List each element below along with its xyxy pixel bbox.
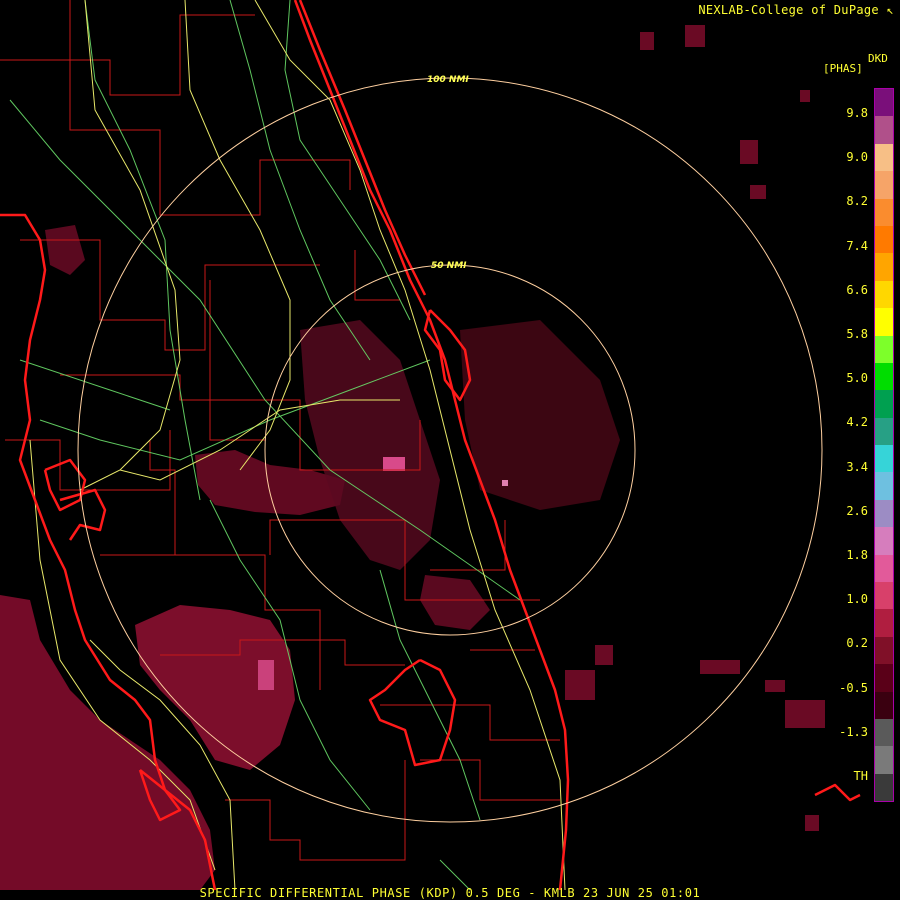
- echo-offshore-scatter: [460, 320, 620, 510]
- legend-label: 8.2: [846, 194, 868, 209]
- echo-core-north: [383, 457, 405, 471]
- legend-band: [875, 499, 893, 528]
- credit-text: NEXLAB-College of DuPage: [698, 3, 879, 17]
- legend-band: [875, 527, 893, 555]
- legend-label: 5.8: [846, 327, 868, 341]
- legend-band: [875, 308, 893, 336]
- echo-tampa-area: [45, 225, 85, 275]
- legend-label: 1.0: [846, 592, 868, 607]
- legend-band: [875, 609, 893, 637]
- legend-label: 0.2: [846, 636, 868, 651]
- legend-band: [875, 417, 893, 446]
- legend-band: [875, 198, 893, 226]
- legend-band: [875, 746, 893, 774]
- ring-label-100: 100 NMI: [427, 75, 469, 85]
- legend-label: 4.2: [846, 415, 868, 430]
- legend-label: 1.8: [846, 548, 868, 562]
- radar-display: 50 NMI 100 NMI NEXLAB-College of DuPage …: [0, 0, 900, 900]
- echo-inland-scatter: [300, 320, 440, 570]
- legend-band: [875, 554, 893, 583]
- legend-band: [875, 280, 893, 309]
- echo-east-lake: [420, 575, 490, 630]
- legend-band: [875, 116, 893, 144]
- legend-label: TH: [853, 769, 868, 783]
- legend-band: [875, 664, 893, 692]
- legend-band: [875, 718, 893, 747]
- ring-label-50: 50 NMI: [431, 261, 467, 271]
- legend-band: [875, 362, 893, 391]
- legend-band: [875, 691, 893, 719]
- legend-label: 3.4: [846, 459, 868, 474]
- credit-header: NEXLAB-College of DuPage ↖: [698, 3, 894, 17]
- legend-band: [875, 390, 893, 418]
- color-legend: [874, 88, 894, 802]
- product-caption: SPECIFIC DIFFERENTIAL PHASE (KDP) 0.5 DE…: [199, 886, 701, 900]
- legend-band: [875, 636, 893, 665]
- radar-map: 50 NMI 100 NMI: [0, 0, 861, 891]
- legend-band: [875, 89, 893, 117]
- legend-label: -1.3: [839, 724, 868, 739]
- legend-label: 6.6: [846, 282, 868, 297]
- legend-label: 9.0: [846, 150, 868, 165]
- legend-band: [875, 582, 893, 610]
- echo-core-offshore: [502, 480, 508, 486]
- units-label: [PHAS]: [823, 62, 863, 75]
- legend-band: [875, 171, 893, 199]
- legend-label: 7.4: [846, 238, 868, 253]
- legend-band: [875, 335, 893, 363]
- legend-label: 9.8: [846, 106, 868, 120]
- legend-band: [875, 773, 893, 802]
- legend-band: [875, 143, 893, 172]
- echo-core-south: [258, 660, 274, 690]
- legend-band: [875, 472, 893, 500]
- legend-labels: 9.8 9.0 8.2 7.4 6.6 5.8 5.0 4.2 3.4 2.6 1.8 1.0 0.2 -…: [820, 88, 870, 800]
- legend-label: 5.0: [846, 371, 868, 386]
- legend-band: [875, 253, 893, 281]
- legend-label: -0.5: [839, 680, 868, 695]
- credit-logo-icon: ↖: [886, 3, 894, 17]
- legend-band: [875, 225, 893, 254]
- legend-band: [875, 445, 893, 473]
- legend-label: 2.6: [846, 503, 868, 518]
- product-code: DKD: [868, 52, 888, 65]
